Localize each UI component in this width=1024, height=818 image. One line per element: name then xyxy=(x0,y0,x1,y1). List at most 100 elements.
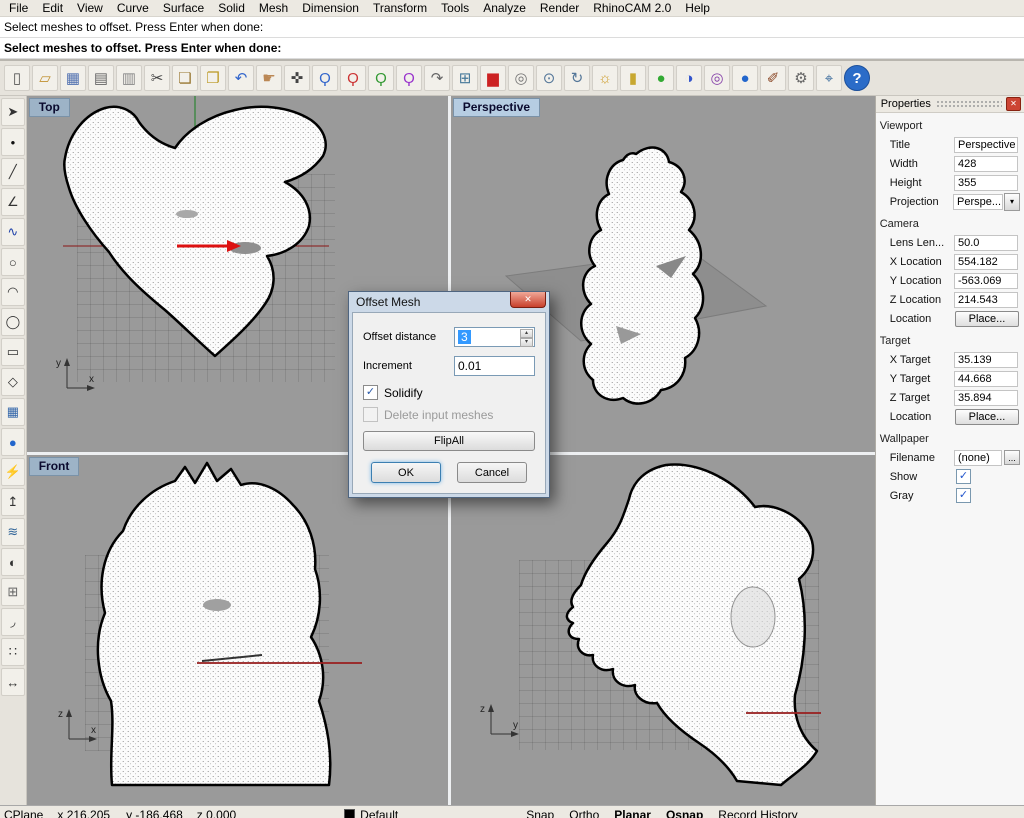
sphere-green-icon[interactable]: ● xyxy=(648,65,674,91)
extrude-icon[interactable]: ↥ xyxy=(1,488,25,516)
prop-value-y-target[interactable]: 44.668 xyxy=(954,371,1018,387)
boolean-icon[interactable]: ◐ xyxy=(1,548,25,576)
menu-item-help[interactable]: Help xyxy=(678,1,717,16)
cancel-button[interactable]: Cancel xyxy=(457,462,527,483)
circle-icon[interactable]: ○ xyxy=(1,248,25,276)
close-icon[interactable]: ✕ xyxy=(1006,97,1021,111)
layer-grid-icon[interactable]: ⊞ xyxy=(452,65,478,91)
zoom-icon[interactable]: Ϙ xyxy=(312,65,338,91)
dimension-icon[interactable]: ↔ xyxy=(1,668,25,696)
surface-icon[interactable]: ▦ xyxy=(1,398,25,426)
ok-button[interactable]: OK xyxy=(371,462,441,483)
cut-icon[interactable]: ✂ xyxy=(144,65,170,91)
dialog-title-bar[interactable]: Offset Mesh ✕ xyxy=(352,292,546,312)
viewport-label-top[interactable]: Top xyxy=(29,98,70,117)
polyline-icon[interactable]: ∠ xyxy=(1,188,25,216)
sphere-multi-icon[interactable]: ◑ xyxy=(676,65,702,91)
menu-item-view[interactable]: View xyxy=(70,1,110,16)
car-icon[interactable]: ▆ xyxy=(480,65,506,91)
menu-item-solid[interactable]: Solid xyxy=(211,1,252,16)
prop-value-filename[interactable]: (none) xyxy=(954,450,1002,466)
help-icon[interactable]: ? xyxy=(844,65,870,91)
prop-button-location[interactable]: Place... xyxy=(955,409,1019,425)
pan-hand-icon[interactable]: ☛ xyxy=(256,65,282,91)
viewport-front[interactable]: Front z x xyxy=(27,455,448,805)
viewport-label-perspective[interactable]: Perspective xyxy=(453,98,540,117)
zoom-window-icon[interactable]: Ϙ xyxy=(340,65,366,91)
orbit-icon[interactable]: ⊙ xyxy=(536,65,562,91)
prop-checkbox-show[interactable]: ✓ xyxy=(956,469,971,484)
menu-item-edit[interactable]: Edit xyxy=(35,1,70,16)
close-icon[interactable]: ✕ xyxy=(510,292,546,308)
copy-icon[interactable]: ❏ xyxy=(172,65,198,91)
wheel-icon[interactable]: ◎ xyxy=(508,65,534,91)
menu-item-rhinocam-2-0[interactable]: RhinoCAM 2.0 xyxy=(586,1,678,16)
prop-value-y-location[interactable]: -563.069 xyxy=(954,273,1018,289)
rotate-view-icon[interactable]: ↻ xyxy=(564,65,590,91)
prop-value-projection[interactable]: Perspe... xyxy=(953,194,1003,210)
move-icon[interactable]: ✜ xyxy=(284,65,310,91)
new-file-icon[interactable]: ▯ xyxy=(4,65,30,91)
prop-checkbox-gray[interactable]: ✓ xyxy=(956,488,971,503)
print-icon[interactable]: ▤ xyxy=(88,65,114,91)
lightning-icon[interactable]: ⚡ xyxy=(1,458,25,486)
menu-item-surface[interactable]: Surface xyxy=(156,1,211,16)
curve-icon[interactable]: ∿ xyxy=(1,218,25,246)
undo-icon[interactable]: ↶ xyxy=(228,65,254,91)
offset-distance-input[interactable]: 3 ▴ ▾ xyxy=(454,327,535,347)
menu-item-dimension[interactable]: Dimension xyxy=(295,1,366,16)
fillet-icon[interactable]: ◞ xyxy=(1,608,25,636)
menu-item-render[interactable]: Render xyxy=(533,1,586,16)
prop-button-location[interactable]: Place... xyxy=(955,311,1019,327)
globe-icon[interactable]: ● xyxy=(732,65,758,91)
lamp-icon[interactable]: ☼ xyxy=(592,65,618,91)
sphere-icon[interactable]: ● xyxy=(1,428,25,456)
paste-icon[interactable]: ❐ xyxy=(200,65,226,91)
rectangle-icon[interactable]: ▭ xyxy=(1,338,25,366)
menu-item-transform[interactable]: Transform xyxy=(366,1,434,16)
prop-value-width[interactable]: 428 xyxy=(954,156,1018,172)
loft-icon[interactable]: ≋ xyxy=(1,518,25,546)
polygon-icon[interactable]: ◇ xyxy=(1,368,25,396)
layer-color-swatch[interactable] xyxy=(344,809,355,818)
ellipse-icon[interactable]: ◯ xyxy=(1,308,25,336)
redo-view-icon[interactable]: ↷ xyxy=(424,65,450,91)
arc-icon[interactable]: ◠ xyxy=(1,278,25,306)
prop-value-z-location[interactable]: 214.543 xyxy=(954,292,1018,308)
prop-value-z-target[interactable]: 35.894 xyxy=(954,390,1018,406)
torus-icon[interactable]: ◎ xyxy=(704,65,730,91)
menu-item-curve[interactable]: Curve xyxy=(110,1,156,16)
prop-value-height[interactable]: 355 xyxy=(954,175,1018,191)
command-prompt[interactable]: Select meshes to offset. Press Enter whe… xyxy=(0,38,1024,59)
pointer-icon[interactable]: ➤ xyxy=(1,98,25,126)
line-icon[interactable]: ╱ xyxy=(1,158,25,186)
axes-icon[interactable]: ⌖ xyxy=(816,65,842,91)
array-icon[interactable]: ∷ xyxy=(1,638,25,666)
prop-value-title[interactable]: Perspective xyxy=(954,137,1018,153)
status-toggle-ortho[interactable]: Ortho xyxy=(569,808,599,818)
solidify-checkbox[interactable]: ✓ xyxy=(363,385,378,400)
increment-input[interactable]: 0.01 xyxy=(454,356,535,376)
save-icon[interactable]: ▦ xyxy=(60,65,86,91)
status-toggle-osnap[interactable]: Osnap xyxy=(666,808,703,818)
panel-drag-grip[interactable] xyxy=(936,100,1002,108)
status-toggle-planar[interactable]: Planar xyxy=(614,808,651,818)
zoom-extents-icon[interactable]: Ϙ xyxy=(368,65,394,91)
gear-icon[interactable]: ⚙ xyxy=(788,65,814,91)
flipall-button[interactable]: FlipAll xyxy=(363,431,535,451)
layer-selector[interactable]: Default xyxy=(360,808,398,818)
prop-value-lens-len[interactable]: 50.0 xyxy=(954,235,1018,251)
menu-item-tools[interactable]: Tools xyxy=(434,1,476,16)
viewport-right[interactable]: z y xyxy=(451,455,875,805)
record-history-toggle[interactable]: Record History xyxy=(718,808,797,818)
spinner-down-icon[interactable]: ▾ xyxy=(520,338,533,347)
browse-button[interactable]: ... xyxy=(1004,450,1020,465)
prop-value-x-location[interactable]: 554.182 xyxy=(954,254,1018,270)
export-icon[interactable]: ▥ xyxy=(116,65,142,91)
spinner-up-icon[interactable]: ▴ xyxy=(520,329,533,338)
zoom-selected-icon[interactable]: Ϙ xyxy=(396,65,422,91)
chevron-down-icon[interactable]: ▾ xyxy=(1004,193,1020,211)
mesh-tool-icon[interactable]: ⊞ xyxy=(1,578,25,606)
pen-icon[interactable]: ✐ xyxy=(760,65,786,91)
lock-icon[interactable]: ▮ xyxy=(620,65,646,91)
